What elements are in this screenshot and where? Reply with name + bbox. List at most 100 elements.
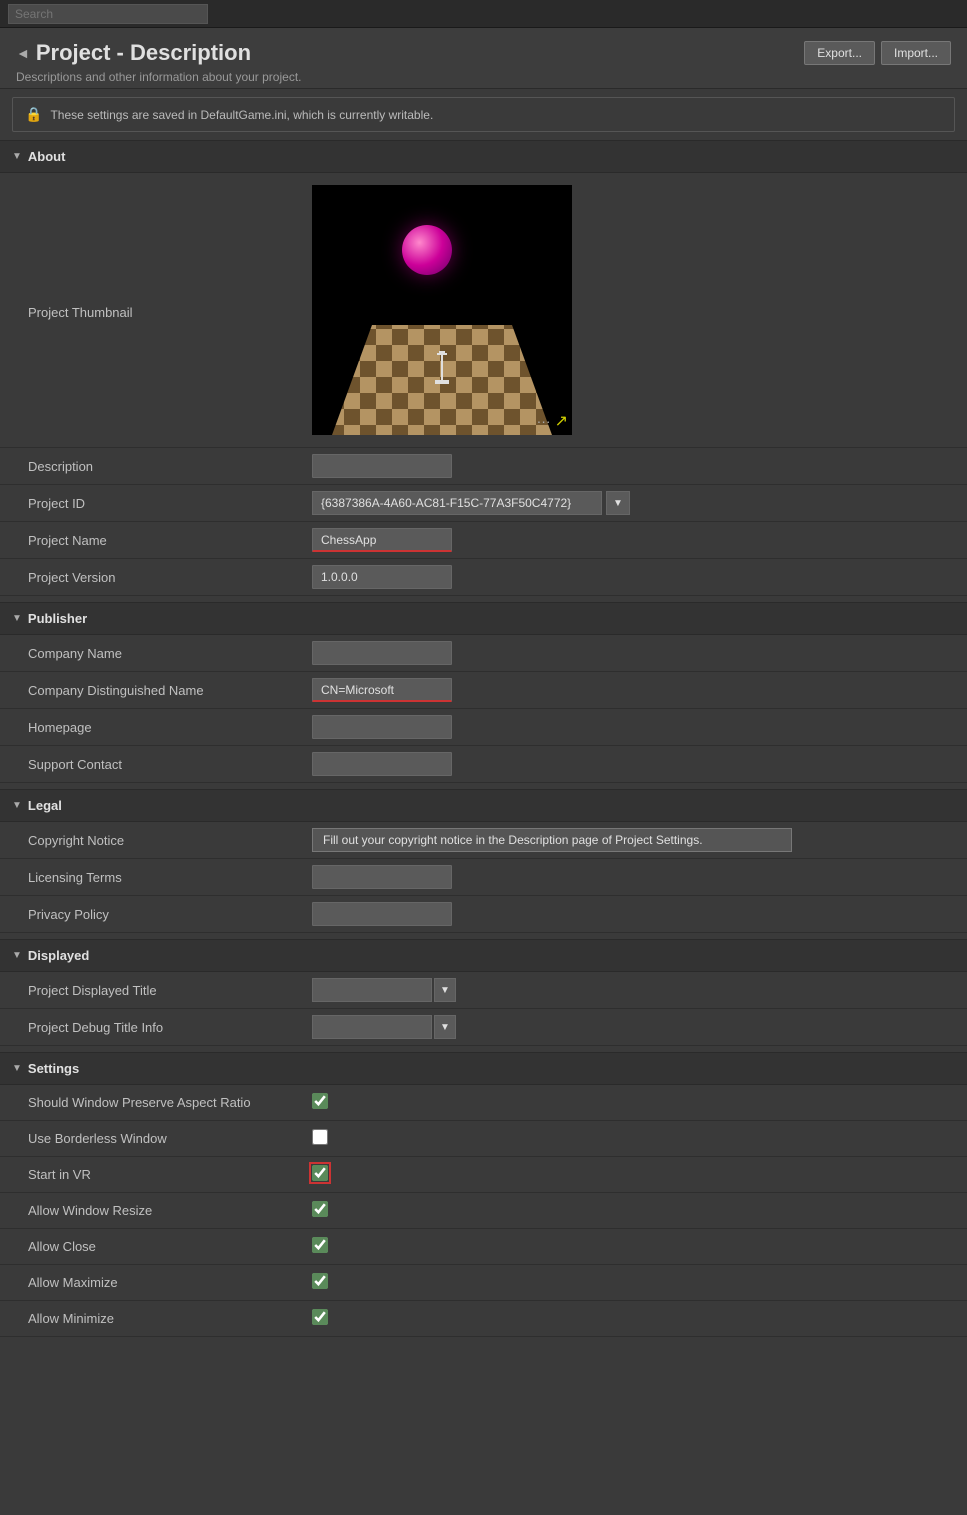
about-triangle-icon: ▼ — [12, 151, 22, 162]
project-name-row: Project Name — [0, 522, 967, 559]
section-about-header[interactable]: ▼ About — [0, 140, 967, 173]
project-id-input[interactable] — [312, 491, 602, 515]
allow-resize-row: Allow Window Resize — [0, 1193, 967, 1229]
allow-maximize-value — [312, 1273, 955, 1292]
debug-title-row: Project Debug Title Info ▼ — [0, 1009, 967, 1046]
aspect-ratio-row: Should Window Preserve Aspect Ratio — [0, 1085, 967, 1121]
copyright-tooltip: Fill out your copyright notice in the De… — [312, 828, 792, 852]
project-version-value — [312, 565, 955, 589]
project-version-input[interactable] — [312, 565, 452, 589]
thumbnail-controls: ··· ↗ — [537, 411, 568, 431]
privacy-input[interactable] — [312, 902, 452, 926]
project-name-value — [312, 528, 955, 552]
borderless-value — [312, 1129, 955, 1148]
section-displayed-header[interactable]: ▼ Displayed — [0, 939, 967, 972]
page-subtitle-text: Descriptions and other information about… — [16, 70, 302, 84]
info-bar: 🔒 These settings are saved in DefaultGam… — [12, 97, 955, 132]
homepage-input[interactable] — [312, 715, 452, 739]
displayed-title-dropdown[interactable]: ▼ — [434, 978, 456, 1002]
section-publisher-header[interactable]: ▼ Publisher — [0, 602, 967, 635]
company-name-input[interactable] — [312, 641, 452, 665]
displayed-title-value: ▼ — [312, 978, 955, 1002]
allow-close-checkbox[interactable] — [312, 1237, 328, 1253]
allow-maximize-checkbox[interactable] — [312, 1273, 328, 1289]
page-title: ◄ Project - Description — [16, 40, 251, 66]
allow-resize-label: Allow Window Resize — [12, 1203, 312, 1218]
allow-maximize-label: Allow Maximize — [12, 1275, 312, 1290]
company-dn-input[interactable] — [312, 678, 452, 702]
publisher-label: Publisher — [28, 611, 87, 626]
publisher-triangle-icon: ▼ — [12, 613, 22, 624]
project-name-label: Project Name — [12, 533, 312, 548]
thumbnail-area: ··· ↗ — [312, 185, 572, 435]
company-name-value — [312, 641, 955, 665]
description-label: Description — [12, 459, 312, 474]
allow-resize-checkbox[interactable] — [312, 1201, 328, 1217]
search-input[interactable] — [8, 4, 208, 24]
legal-label: Legal — [28, 798, 62, 813]
displayed-title-input[interactable] — [312, 978, 432, 1002]
content: ▼ About Project Thumbnail — [0, 140, 967, 1357]
support-value — [312, 752, 955, 776]
licensing-row: Licensing Terms — [0, 859, 967, 896]
support-row: Support Contact — [0, 746, 967, 783]
arrow-icon[interactable]: ↗ — [555, 411, 568, 431]
description-row: Description — [0, 448, 967, 485]
allow-minimize-label: Allow Minimize — [12, 1311, 312, 1326]
thumbnail-row: Project Thumbnail — [0, 173, 967, 448]
start-vr-checkbox[interactable] — [312, 1165, 328, 1181]
borderless-label: Use Borderless Window — [12, 1131, 312, 1146]
page-header: ◄ Project - Description Export... Import… — [0, 28, 967, 89]
company-dn-value — [312, 678, 955, 702]
privacy-label: Privacy Policy — [12, 907, 312, 922]
debug-title-label: Project Debug Title Info — [12, 1020, 312, 1035]
borderless-checkbox[interactable] — [312, 1129, 328, 1145]
top-bar — [0, 0, 967, 28]
licensing-label: Licensing Terms — [12, 870, 312, 885]
licensing-input[interactable] — [312, 865, 452, 889]
company-dn-label: Company Distinguished Name — [12, 683, 312, 698]
project-id-dropdown-btn[interactable]: ▼ — [606, 491, 630, 515]
title-triangle-icon: ◄ — [16, 45, 30, 61]
thumbnail-label: Project Thumbnail — [12, 185, 312, 320]
copyright-value: Fill out your copyright notice in the De… — [312, 828, 955, 852]
lock-icon: 🔒 — [25, 106, 42, 123]
debug-title-dropdown[interactable]: ▼ — [434, 1015, 456, 1039]
homepage-row: Homepage — [0, 709, 967, 746]
displayed-label: Displayed — [28, 948, 89, 963]
header-buttons: Export... Import... — [804, 41, 951, 65]
aspect-ratio-value — [312, 1093, 955, 1112]
start-vr-row: Start in VR — [0, 1157, 967, 1193]
displayed-title-label: Project Displayed Title — [12, 983, 312, 998]
displayed-title-row: Project Displayed Title ▼ — [0, 972, 967, 1009]
title-text: Project - Description — [36, 40, 251, 66]
export-button[interactable]: Export... — [804, 41, 875, 65]
project-id-row: Project ID ▼ — [0, 485, 967, 522]
debug-title-input[interactable] — [312, 1015, 432, 1039]
allow-minimize-row: Allow Minimize — [0, 1301, 967, 1337]
aspect-ratio-label: Should Window Preserve Aspect Ratio — [12, 1095, 312, 1110]
import-button[interactable]: Import... — [881, 41, 951, 65]
allow-maximize-row: Allow Maximize — [0, 1265, 967, 1301]
chess-thumbnail: ··· ↗ — [312, 185, 572, 435]
allow-close-row: Allow Close — [0, 1229, 967, 1265]
support-label: Support Contact — [12, 757, 312, 772]
project-version-row: Project Version — [0, 559, 967, 596]
aspect-ratio-checkbox[interactable] — [312, 1093, 328, 1109]
ellipsis-icon[interactable]: ··· — [537, 413, 551, 429]
homepage-value — [312, 715, 955, 739]
description-input[interactable] — [312, 454, 452, 478]
copyright-label: Copyright Notice — [12, 833, 312, 848]
info-message: These settings are saved in DefaultGame.… — [50, 108, 433, 122]
licensing-value — [312, 865, 955, 889]
section-legal-header[interactable]: ▼ Legal — [0, 789, 967, 822]
legal-triangle-icon: ▼ — [12, 800, 22, 811]
project-name-input[interactable] — [312, 528, 452, 552]
homepage-label: Homepage — [12, 720, 312, 735]
allow-minimize-checkbox[interactable] — [312, 1309, 328, 1325]
section-settings-header[interactable]: ▼ Settings — [0, 1052, 967, 1085]
borderless-row: Use Borderless Window — [0, 1121, 967, 1157]
support-input[interactable] — [312, 752, 452, 776]
about-label: About — [28, 149, 66, 164]
copyright-row: Copyright Notice Fill out your copyright… — [0, 822, 967, 859]
